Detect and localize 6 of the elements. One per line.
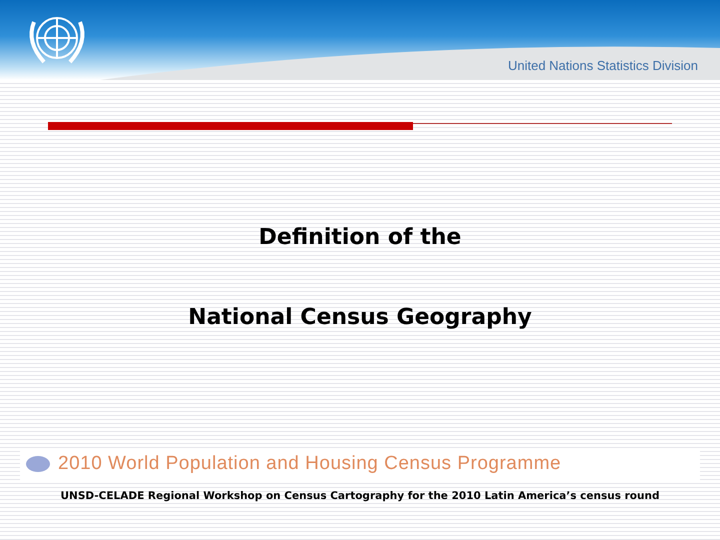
globe-icon <box>24 454 52 474</box>
organization-name: United Nations Statistics Division <box>508 57 698 75</box>
slide-title: Definition of the <box>258 224 462 252</box>
programme-title: 2010 World Population and Housing Census Programme <box>58 452 562 476</box>
slide-title: National Census Geography <box>188 304 532 332</box>
workshop-caption: UNSD-CELADE Regional Workshop on Census Cartography for the 2010 Latin America’s census round <box>60 489 660 504</box>
